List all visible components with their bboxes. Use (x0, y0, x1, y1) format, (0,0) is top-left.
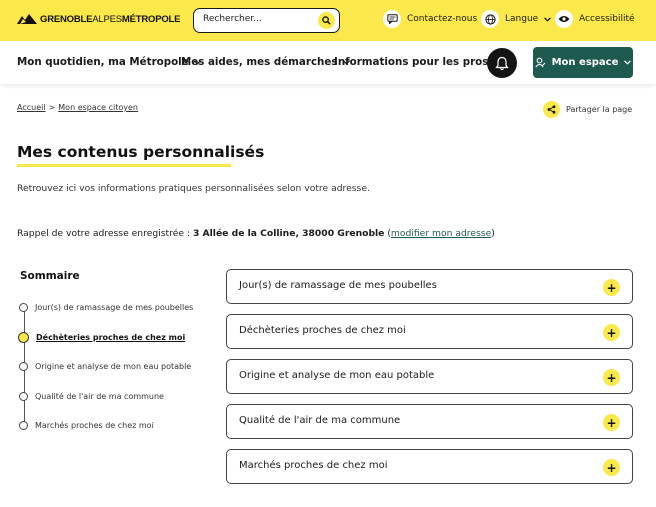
sommaire-item[interactable]: Qualité de l'air de ma commune (19, 392, 164, 401)
modify-address-link[interactable]: modifier mon adresse (391, 228, 491, 239)
sommaire-item-active[interactable]: Déchèteries proches de chez moi (18, 332, 186, 343)
plus-icon: + (603, 459, 620, 476)
chevron-down-icon (544, 16, 552, 22)
accessibility-label: Accessibilité (579, 14, 635, 24)
sommaire-item[interactable]: Marchés proches de chez moi (19, 421, 154, 430)
page-title: Mes contenus personnalisés (17, 143, 265, 161)
accordion-marches[interactable]: Marchés proches de chez moi + (226, 449, 633, 484)
timeline-dot (19, 362, 28, 371)
title-underline (17, 164, 231, 167)
timeline-dot-active (18, 332, 29, 343)
chat-icon (383, 10, 401, 28)
accordion-label: Jour(s) de ramassage de mes poubelles (239, 280, 437, 291)
plus-icon: + (603, 279, 620, 296)
accordion-poubelles[interactable]: Jour(s) de ramassage de mes poubelles + (226, 269, 633, 304)
address-value: 3 Allée de la Colline, 38000 Grenoble (192, 228, 385, 239)
timeline-dot (19, 392, 28, 401)
accordion-label: Déchèteries proches de chez moi (239, 325, 406, 336)
nav-item-aides[interactable]: Mes aides, mes démarches (181, 56, 350, 68)
contact-label: Contactez-nous (407, 14, 478, 24)
logo[interactable]: GRENOBLEALPESMÉTROPOLE (17, 13, 180, 25)
sommaire-item[interactable]: Origine et analyse de mon eau potable (19, 362, 191, 371)
nav-item-pros[interactable]: Informations pour les pros (334, 56, 501, 68)
top-bar: GRENOBLEALPESMÉTROPOLE Rechercher... Con… (0, 0, 656, 41)
nav-item-label: Informations pour les pros (334, 56, 489, 68)
language-label: Langue (505, 14, 539, 24)
accordion-air[interactable]: Qualité de l'air de ma commune + (226, 404, 633, 439)
timeline-dot (19, 421, 28, 430)
logo-text: GRENOBLEALPESMÉTROPOLE (40, 13, 181, 25)
plus-icon: + (603, 414, 620, 431)
plus-icon: + (603, 324, 620, 341)
share-label: Partager la page (566, 105, 633, 114)
timeline-dot (19, 303, 28, 312)
account-button[interactable]: Mon espace (533, 47, 633, 78)
accordion-decheteries[interactable]: Déchèteries proches de chez moi + (226, 314, 633, 349)
accordion-label: Origine et analyse de mon eau potable (239, 370, 435, 381)
sommaire-item-label: Jour(s) de ramassage de mes poubelles (35, 303, 194, 312)
notifications-button[interactable] (487, 48, 517, 78)
accordion-label: Marchés proches de chez moi (239, 460, 388, 471)
language-selector[interactable]: Langue (481, 10, 552, 28)
sommaire-item-label: Origine et analyse de mon eau potable (35, 362, 192, 371)
chevron-down-icon (624, 60, 632, 65)
sommaire-item[interactable]: Jour(s) de ramassage de mes poubelles (19, 303, 193, 312)
accessibility-link[interactable]: Accessibilité (555, 10, 635, 28)
user-icon (534, 57, 545, 68)
sommaire-title: Sommaire (20, 270, 80, 282)
address-prefix: Rappel de votre adresse enregistrée : (17, 228, 193, 239)
breadcrumb-home[interactable]: Accueil (17, 103, 46, 112)
share-icon (543, 101, 560, 118)
nav-item-label: Mon quotidien, ma Métropole (17, 56, 189, 68)
eye-icon (555, 10, 573, 28)
accordion-eau[interactable]: Origine et analyse de mon eau potable + (226, 359, 633, 394)
search-input[interactable]: Rechercher... (193, 8, 340, 33)
sommaire-item-label: Marchés proches de chez moi (35, 421, 154, 430)
nav-item-label: Mes aides, mes démarches (181, 56, 338, 68)
address-reminder: Rappel de votre adresse enregistrée : 3 … (17, 228, 495, 239)
bell-icon (495, 56, 509, 70)
breadcrumb: Accueil > Mon espace citoyen (17, 103, 138, 112)
account-label: Mon espace (551, 57, 619, 68)
sommaire-item-label: Déchèteries proches de chez moi (36, 333, 186, 342)
search-placeholder: Rechercher... (203, 14, 262, 24)
contact-link[interactable]: Contactez-nous (383, 10, 477, 28)
search-icon (322, 16, 331, 25)
intro-text: Retrouvez ici vos informations pratiques… (17, 183, 370, 194)
breadcrumb-espace[interactable]: Mon espace citoyen (58, 103, 138, 112)
breadcrumb-separator: > (48, 103, 56, 112)
globe-icon (481, 10, 499, 28)
nav-item-quotidien[interactable]: Mon quotidien, ma Métropole (17, 56, 201, 68)
accordion-label: Qualité de l'air de ma commune (239, 415, 401, 426)
logo-mountain-icon (17, 14, 37, 24)
sommaire-item-label: Qualité de l'air de ma commune (35, 392, 164, 401)
search-button[interactable] (318, 12, 335, 29)
share-button[interactable]: Partager la page (543, 101, 632, 118)
plus-icon: + (603, 369, 620, 386)
paren-close: ) (491, 228, 495, 239)
